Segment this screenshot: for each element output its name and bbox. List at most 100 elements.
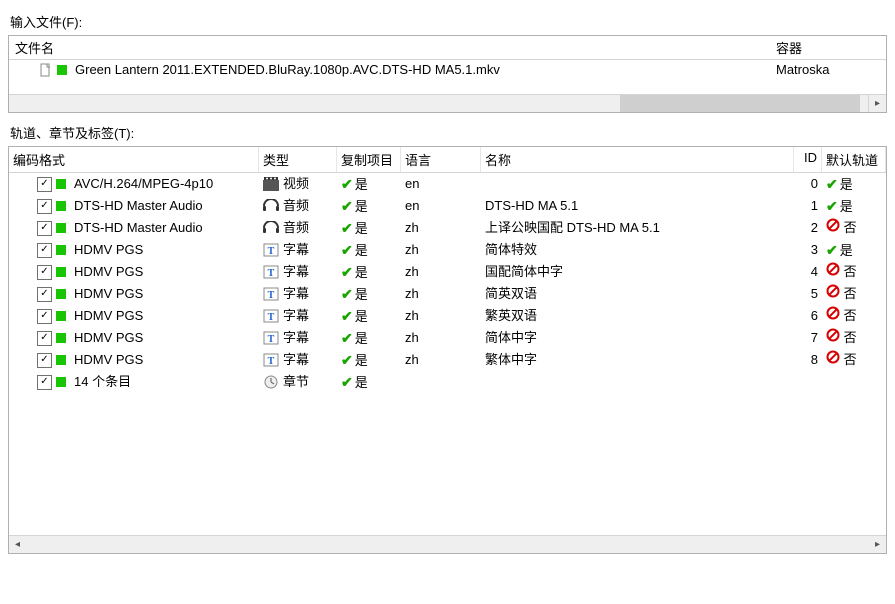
prohibit-icon xyxy=(826,350,840,364)
tracks-hscroll-right-arrow-icon[interactable]: ▸ xyxy=(869,536,886,553)
track-checkbox[interactable]: ✓ xyxy=(37,221,52,236)
codec-text: HDMV PGS xyxy=(74,239,143,261)
lang-text: en xyxy=(401,195,481,217)
col-header-id[interactable]: ID xyxy=(794,147,822,172)
col-header-lang[interactable]: 语言 xyxy=(401,147,481,172)
check-icon: ✔ xyxy=(341,374,353,390)
track-row[interactable]: ✓AVC/H.264/MPEG-4p10视频✔是en0✔是 xyxy=(9,173,886,195)
audio-icon xyxy=(263,199,279,213)
default-text: 是 xyxy=(840,177,853,192)
col-header-name[interactable]: 名称 xyxy=(481,147,794,172)
track-checkbox[interactable]: ✓ xyxy=(37,331,52,346)
track-id-text: 8 xyxy=(794,349,822,371)
copy-text: 是 xyxy=(355,177,368,192)
subtitle-icon: T xyxy=(263,287,279,301)
subtitle-icon: T xyxy=(263,243,279,257)
track-checkbox[interactable]: ✓ xyxy=(37,199,52,214)
col-header-copy[interactable]: 复制项目 xyxy=(337,147,401,172)
file-hscroll-right-arrow-icon[interactable]: ▸ xyxy=(868,95,886,112)
track-checkbox[interactable]: ✓ xyxy=(37,243,52,258)
default-text: 是 xyxy=(840,199,853,214)
subtitle-icon: T xyxy=(263,309,279,323)
track-checkbox[interactable]: ✓ xyxy=(37,375,52,390)
input-files-label: 输入文件(F): xyxy=(10,12,887,31)
track-checkbox[interactable]: ✓ xyxy=(37,287,52,302)
track-row[interactable]: ✓14 个条目章节✔是 xyxy=(9,371,886,393)
track-row[interactable]: ✓HDMV PGST字幕✔是zh简体中字7 否 xyxy=(9,327,886,349)
check-icon: ✔ xyxy=(341,242,353,258)
svg-text:T: T xyxy=(268,356,275,367)
svg-text:T: T xyxy=(268,268,275,279)
status-green-square-icon xyxy=(56,223,66,233)
type-text: 字幕 xyxy=(283,283,309,305)
default-text: 否 xyxy=(844,352,857,367)
file-header-container[interactable]: 容器 xyxy=(776,38,886,57)
status-green-square-icon xyxy=(56,267,66,277)
col-header-default[interactable]: 默认轨道 xyxy=(822,147,886,172)
copy-text: 是 xyxy=(355,375,368,390)
file-hscroll-thumb[interactable] xyxy=(620,95,860,112)
track-row[interactable]: ✓HDMV PGST字幕✔是zh简英双语5 否 xyxy=(9,283,886,305)
default-text: 是 xyxy=(840,243,853,258)
page-icon xyxy=(39,63,53,77)
audio-icon xyxy=(263,221,279,235)
check-icon: ✔ xyxy=(341,286,353,302)
col-header-type[interactable]: 类型 xyxy=(259,147,337,172)
lang-text: zh xyxy=(401,261,481,283)
lang-text: zh xyxy=(401,327,481,349)
track-id-text: 5 xyxy=(794,283,822,305)
lang-text: zh xyxy=(401,217,481,239)
default-text: 否 xyxy=(844,264,857,279)
track-row[interactable]: ✓HDMV PGST字幕✔是zh简体特效3✔是 xyxy=(9,239,886,261)
tracks-header: 编码格式 类型 复制项目 语言 名称 ID 默认轨道 xyxy=(9,147,886,173)
check-icon: ✔ xyxy=(341,176,353,192)
track-checkbox[interactable]: ✓ xyxy=(37,309,52,324)
default-text: 否 xyxy=(844,286,857,301)
file-hscrollbar[interactable]: ▸ xyxy=(9,94,886,112)
copy-text: 是 xyxy=(355,309,368,324)
track-id-text: 0 xyxy=(794,173,822,195)
type-text: 字幕 xyxy=(283,239,309,261)
codec-text: HDMV PGS xyxy=(74,305,143,327)
col-header-codec[interactable]: 编码格式 xyxy=(9,147,259,172)
subtitle-icon: T xyxy=(263,331,279,345)
track-checkbox[interactable]: ✓ xyxy=(37,177,52,192)
codec-text: HDMV PGS xyxy=(74,283,143,305)
track-row[interactable]: ✓HDMV PGST字幕✔是zh国配简体中字4 否 xyxy=(9,261,886,283)
svg-text:T: T xyxy=(268,246,275,257)
tracks-hscrollbar[interactable]: ◂ ▸ xyxy=(9,535,886,553)
tracks-hscroll-left-arrow-icon[interactable]: ◂ xyxy=(9,536,26,553)
default-text: 否 xyxy=(844,220,857,235)
copy-text: 是 xyxy=(355,353,368,368)
track-id-text: 2 xyxy=(794,217,822,239)
type-text: 音频 xyxy=(283,195,309,217)
codec-text: HDMV PGS xyxy=(74,261,143,283)
copy-text: 是 xyxy=(355,265,368,280)
track-checkbox[interactable]: ✓ xyxy=(37,265,52,280)
track-row[interactable]: ✓HDMV PGST字幕✔是zh繁体中字8 否 xyxy=(9,349,886,371)
type-text: 字幕 xyxy=(283,349,309,371)
status-green-square-icon xyxy=(56,311,66,321)
copy-text: 是 xyxy=(355,221,368,236)
track-row[interactable]: ✓HDMV PGST字幕✔是zh繁英双语6 否 xyxy=(9,305,886,327)
codec-text: DTS-HD Master Audio xyxy=(74,195,203,217)
prohibit-icon xyxy=(826,306,840,320)
svg-text:T: T xyxy=(268,334,275,345)
track-row[interactable]: ✓DTS-HD Master Audio音频✔是enDTS-HD MA 5.11… xyxy=(9,195,886,217)
file-row[interactable]: Green Lantern 2011.EXTENDED.BluRay.1080p… xyxy=(9,60,886,79)
check-icon: ✔ xyxy=(826,176,838,192)
track-id-text: 6 xyxy=(794,305,822,327)
track-checkbox[interactable]: ✓ xyxy=(37,353,52,368)
file-header-filename[interactable]: 文件名 xyxy=(9,38,776,57)
status-green-square-icon xyxy=(56,333,66,343)
status-green-square-icon xyxy=(56,201,66,211)
status-green-square-icon xyxy=(56,377,66,387)
track-row[interactable]: ✓DTS-HD Master Audio音频✔是zh上译公映国配 DTS-HD … xyxy=(9,217,886,239)
prohibit-icon xyxy=(826,328,840,342)
track-name-text: 简体特效 xyxy=(481,239,794,261)
track-id-text: 7 xyxy=(794,327,822,349)
subtitle-icon: T xyxy=(263,265,279,279)
lang-text: zh xyxy=(401,305,481,327)
file-container-text: Matroska xyxy=(776,62,886,77)
codec-text: HDMV PGS xyxy=(74,349,143,371)
